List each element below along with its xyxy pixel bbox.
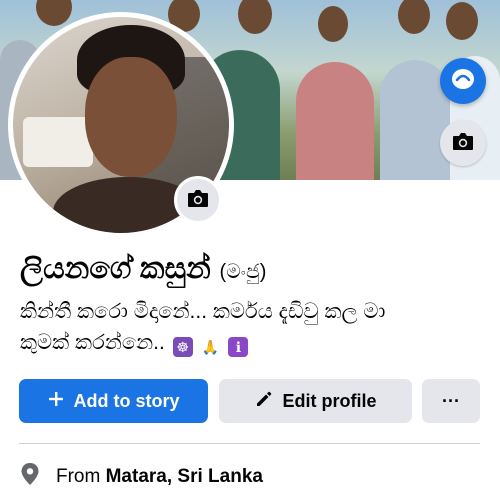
section-divider [19,443,480,444]
more-options-button[interactable]: ··· [422,379,480,423]
edit-cover-photo-button[interactable] [440,120,486,166]
add-to-story-label: Add to story [73,390,180,411]
edit-profile-button[interactable]: Edit profile [219,379,412,423]
cover-figure-head [238,0,272,34]
location-text: From Matara, Sri Lanka [56,466,263,488]
praying-hands-emoji: 🙏 [201,339,220,355]
cover-figure-head [398,0,430,34]
profile-full-name: ලියනගේ කසුන් [20,252,211,285]
avatar-background-sign [23,117,93,167]
profile-bio: කින්තී කරො මිදානේ... කර්මය දැඩිවු කල මා … [20,296,490,358]
cover-figure-head [446,2,478,40]
cover-figure-head [318,6,348,42]
profile-nickname: (මංජු) [219,261,267,283]
location-prefix: From [56,466,101,487]
edit-profile-label: Edit profile [282,390,377,411]
camera-icon [186,187,210,214]
edit-profile-picture-button[interactable] [174,176,222,224]
dharma-wheel-emoji: ☸ [172,337,193,357]
messenger-style-icon [450,66,476,97]
intro-location: From Matara, Sri Lanka [20,462,263,492]
profile-name: ලියනගේ කසුන් (මංජු) [20,252,267,286]
more-options-icon: ··· [442,390,460,411]
bio-line: කුමක් කරන්නෙ.. [20,331,165,354]
camera-icon [451,130,475,157]
bio-line: කින්තී කරො මිදානේ... කර්මය දැඩිවු කල මා [20,300,386,323]
cover-figure-head [36,0,72,26]
avatar-face [85,57,177,177]
quick-action-button[interactable] [440,58,486,104]
pencil-icon [255,390,273,413]
location-value[interactable]: Matara, Sri Lanka [106,466,263,487]
add-to-story-button[interactable]: Add to story [19,379,208,423]
cover-figure [296,62,374,180]
bio-line-with-emojis: කුමක් කරන්නෙ.. ☸ 🙏 ℹ [20,327,490,358]
map-pin-icon [20,462,40,492]
plus-icon [48,391,64,412]
info-emoji: ℹ [228,337,249,357]
